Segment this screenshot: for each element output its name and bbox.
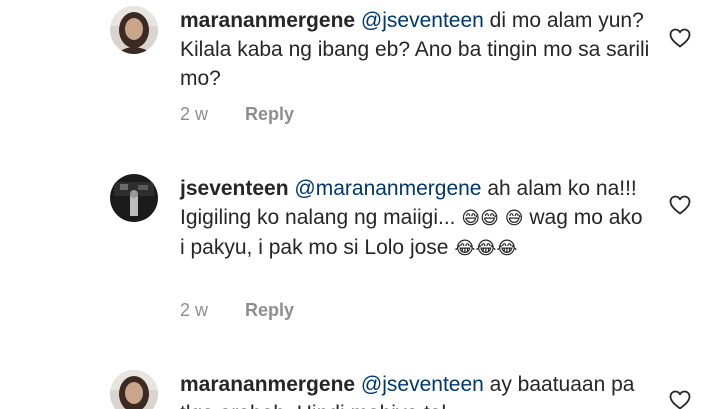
comment-username[interactable]: jseventeen [180, 177, 289, 200]
heart-outline-icon[interactable] [668, 26, 692, 50]
avatar[interactable] [110, 6, 158, 54]
reply-button[interactable]: Reply [245, 104, 294, 124]
comment-text: marananmergene @jseventeen di mo alam yu… [180, 6, 650, 93]
comments-section: marananmergene @jseventeen di mo alam yu… [0, 0, 728, 409]
comment-time: 2 w [180, 104, 209, 124]
comment-mention[interactable]: @jseventeen [361, 9, 484, 32]
comment-meta: 2 w Reply [180, 300, 294, 321]
comment-item: marananmergene @jseventeen ay baatuaan p… [0, 366, 728, 409]
heart-outline-icon[interactable] [668, 193, 692, 217]
emoji-sweat-smile: 😅😅 [461, 208, 499, 228]
comment-item: marananmergene @jseventeen di mo alam yu… [0, 0, 728, 150]
avatar[interactable] [110, 174, 158, 222]
profile-photo-icon [110, 6, 158, 54]
emoji-sweat-smile: 😅 [504, 208, 524, 228]
comment-username[interactable]: marananmergene [180, 373, 355, 396]
comment-time: 2 w [180, 300, 209, 320]
heart-outline-icon[interactable] [668, 388, 692, 409]
avatar[interactable] [110, 370, 158, 409]
comment-text: marananmergene @jseventeen ay baatuaan p… [180, 370, 650, 409]
comment-text: jseventeen @marananmergene ah alam ko na… [180, 174, 650, 263]
comment-mention[interactable]: @jseventeen [361, 373, 484, 396]
comment-meta: 2 w Reply [180, 104, 294, 125]
comment-item: jseventeen @marananmergene ah alam ko na… [0, 170, 728, 340]
profile-photo-icon [110, 174, 158, 222]
reply-button[interactable]: Reply [245, 300, 294, 320]
comment-username[interactable]: marananmergene [180, 9, 355, 32]
profile-photo-icon [110, 370, 158, 409]
comment-mention[interactable]: @marananmergene [294, 177, 481, 200]
emoji-tears-of-joy: 😂😂😂 [454, 238, 518, 258]
